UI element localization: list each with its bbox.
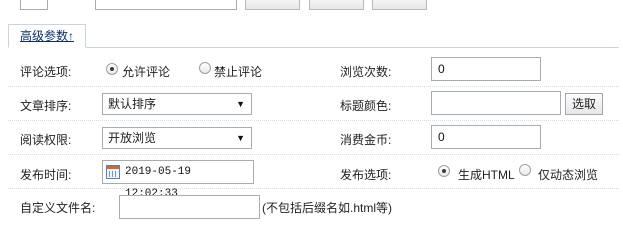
cost-label: 消费金币: — [340, 133, 392, 147]
chevron-down-icon: ▼ — [236, 99, 245, 109]
cost-input[interactable]: 0 — [431, 125, 541, 149]
radio-deny-comment[interactable] — [199, 62, 211, 74]
deny-comment-label: 禁止评论 — [214, 65, 263, 79]
radio-generate-html[interactable] — [438, 165, 450, 177]
sort-select-value: 默认排序 — [108, 97, 157, 111]
row-permission-cost: 阅读权限: 开放浏览 ▼ 消费金币: 0 — [8, 121, 619, 155]
row-comment-views: 评论选项: 允许评论 禁止评论 浏览次数: 0 — [8, 53, 619, 87]
tab-advanced-params[interactable]: 高级参数↑ — [8, 24, 86, 48]
top-partial-input[interactable] — [95, 0, 237, 10]
row-sort-color: 文章排序: 默认排序 ▼ 标题颜色: 选取 — [8, 87, 619, 121]
pick-color-button[interactable]: 选取 — [565, 93, 603, 115]
row-publish: 发布时间: 2019-05-19 12:02:33 发布选项: 生成HTML 仅… — [8, 155, 619, 200]
top-partial-button-2[interactable] — [309, 0, 364, 10]
read-permission-label: 阅读权限: — [20, 133, 72, 147]
publish-options-label: 发布选项: — [340, 168, 392, 182]
publish-time-label: 发布时间: — [20, 168, 72, 182]
advanced-tab-bar: 高级参数↑ — [8, 22, 619, 48]
sort-label: 文章排序: — [20, 99, 72, 113]
top-partial-button[interactable] — [245, 0, 300, 10]
read-permission-select[interactable]: 开放浏览 ▼ — [102, 127, 252, 149]
calendar-icon[interactable] — [106, 165, 120, 179]
views-label: 浏览次数: — [340, 65, 392, 79]
row-custom-filename: 自定义文件名: (不包括后缀名如.html等) — [8, 189, 619, 219]
title-color-input[interactable] — [431, 91, 561, 115]
publish-time-input[interactable]: 2019-05-19 12:02:33 — [102, 160, 254, 200]
custom-filename-input[interactable] — [119, 195, 260, 219]
top-partial-field — [20, 0, 48, 10]
custom-filename-hint: (不包括后缀名如.html等) — [262, 201, 392, 215]
views-input[interactable]: 0 — [431, 57, 541, 81]
generate-html-label: 生成HTML — [458, 168, 515, 182]
read-permission-value: 开放浏览 — [108, 131, 157, 145]
radio-allow-comment[interactable] — [106, 63, 118, 75]
comment-options-label: 评论选项: — [20, 65, 72, 79]
sort-select[interactable]: 默认排序 ▼ — [102, 93, 252, 115]
top-partial-button-3[interactable] — [372, 0, 427, 10]
chevron-down-icon: ▼ — [236, 133, 245, 143]
radio-dynamic-only[interactable] — [519, 164, 531, 176]
custom-filename-label: 自定义文件名: — [20, 201, 96, 215]
title-color-label: 标题颜色: — [340, 99, 392, 113]
allow-comment-label: 允许评论 — [122, 65, 171, 79]
dynamic-only-label: 仅动态浏览 — [538, 168, 599, 182]
top-partial-controls — [0, 0, 623, 18]
